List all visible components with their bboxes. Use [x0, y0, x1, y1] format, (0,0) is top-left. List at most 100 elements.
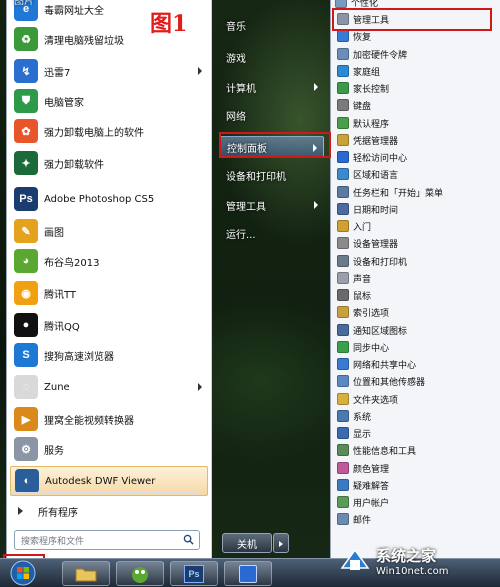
control-panel-item[interactable]: 任务栏和「开始」菜单	[334, 184, 500, 200]
control-panel-item[interactable]: 索引选项	[334, 304, 500, 320]
figure-label: 图1	[150, 11, 188, 37]
right-pane-item[interactable]: 游戏	[220, 46, 324, 68]
program-item[interactable]: ◌ Zune	[10, 372, 208, 402]
program-item[interactable]: ▶ 狸窝全能视频转换器	[10, 404, 208, 434]
control-panel-item-label: 轻松访问中心	[353, 153, 408, 164]
program-item[interactable]: Ps Adobe Photoshop CS5	[10, 184, 208, 214]
program-item[interactable]: ⚙ 服务	[10, 434, 208, 464]
control-panel-item-label: 设备和打印机	[353, 257, 408, 268]
app-window-icon	[239, 564, 257, 583]
control-panel-item[interactable]: 区域和语言	[334, 166, 500, 182]
control-panel-item[interactable]: 显示	[334, 425, 500, 441]
control-panel-item[interactable]: 位置和其他传感器	[334, 373, 500, 389]
control-panel-item[interactable]: 轻松访问中心	[334, 149, 500, 165]
control-panel-item[interactable]: 性能信息和工具	[334, 442, 500, 458]
program-item[interactable]: ✿ 强力卸载电脑上的软件	[10, 116, 208, 146]
control-panel-item[interactable]: 颜色管理	[334, 460, 500, 476]
control-panel-item-icon	[337, 168, 349, 180]
program-item[interactable]: ◉ 腾讯TT	[10, 278, 208, 308]
program-item[interactable]: ↯ 迅雷7	[10, 56, 208, 86]
program-item[interactable]: ✦ 强力卸载软件	[10, 148, 208, 178]
right-pane-item-label: 音乐	[226, 21, 246, 33]
control-panel-item[interactable]: 设备管理器	[334, 235, 500, 251]
control-panel-item[interactable]: 设备和打印机	[334, 253, 500, 269]
control-panel-item-label: 凭据管理器	[353, 136, 399, 147]
control-panel-item-label: 家庭组	[353, 67, 381, 78]
program-label: 清理电脑残留垃圾	[44, 35, 124, 47]
program-item[interactable]: ⛊ 电脑管家	[10, 86, 208, 116]
all-programs-button[interactable]: 所有程序	[4, 496, 202, 526]
shutdown-button[interactable]: 关机	[222, 533, 272, 553]
control-panel-item-icon	[337, 117, 349, 129]
control-panel-item-label: 显示	[353, 429, 372, 440]
taskbar-explorer[interactable]	[62, 561, 110, 586]
right-pane-item-partial[interactable]: 图片	[8, 0, 112, 10]
control-panel-item[interactable]: 入门	[334, 218, 500, 234]
search-icon[interactable]	[183, 534, 194, 545]
control-panel-item-icon	[337, 151, 349, 163]
control-panel-item-label: 位置和其他传感器	[353, 377, 426, 388]
control-panel-item-label: 鼠标	[353, 291, 372, 302]
right-pane-item[interactable]: 网络	[220, 104, 324, 126]
shutdown-options-button[interactable]	[273, 533, 289, 553]
control-panel-item[interactable]: 日期和时间	[334, 201, 500, 217]
control-panel-item[interactable]: 家长控制	[334, 80, 500, 96]
control-panel-item[interactable]: 系统	[334, 408, 500, 424]
right-pane-item[interactable]: 计算机	[220, 76, 324, 98]
program-item[interactable]: ● 腾讯QQ	[10, 310, 208, 340]
control-panel-item[interactable]: 文件夹选项	[334, 391, 500, 407]
start-button[interactable]	[4, 559, 42, 587]
control-panel-item-icon	[337, 393, 349, 405]
control-panel-item-label: 日期和时间	[353, 205, 399, 216]
program-label: 腾讯QQ	[44, 321, 80, 333]
control-panel-item-label: 键盘	[353, 101, 372, 112]
program-label: 迅雷7	[44, 67, 71, 79]
program-item[interactable]: S 搜狗高速浏览器	[10, 340, 208, 370]
right-pane-item[interactable]: 音乐	[220, 14, 324, 36]
right-pane-item[interactable]: 管理工具	[220, 194, 324, 216]
right-pane-item[interactable]: 设备和打印机	[220, 164, 324, 186]
control-panel-item[interactable]: 网络和共享中心	[334, 356, 500, 372]
right-pane-item-label: 设备和打印机	[226, 171, 286, 183]
control-panel-item-label: 设备管理器	[353, 239, 399, 250]
control-panel-item-icon	[337, 48, 349, 60]
control-panel-item-icon	[337, 65, 349, 77]
qq-penguin-icon: ●	[14, 313, 38, 337]
control-panel-item[interactable]: 鼠标	[334, 287, 500, 303]
control-panel-item[interactable]: 加密硬件令牌	[334, 46, 500, 62]
control-panel-item-label: 系统	[353, 412, 372, 423]
control-panel-item-label: 疑难解答	[353, 481, 390, 492]
taskbar-app[interactable]	[224, 561, 272, 586]
control-panel-item[interactable]: 凭据管理器	[334, 132, 500, 148]
control-panel-item[interactable]: 默认程序	[334, 115, 500, 131]
right-pane-item-label: 游戏	[226, 53, 246, 65]
control-panel-item[interactable]: 键盘	[334, 97, 500, 113]
right-pane-item-label: 计算机	[226, 83, 256, 95]
control-panel-item[interactable]: 声音	[334, 270, 500, 286]
control-panel-item-label: 通知区域图标	[353, 326, 408, 337]
right-pane-item[interactable]: 运行...	[220, 222, 324, 244]
dwf-viewer-icon: ◐	[15, 469, 39, 493]
program-item[interactable]: ✎ 画图	[10, 216, 208, 246]
program-item[interactable]: ◕ 布谷鸟2013	[10, 246, 208, 276]
watermark-logo-icon	[340, 548, 370, 570]
control-panel-item-icon	[337, 324, 349, 336]
control-panel-item[interactable]: 家庭组	[334, 63, 500, 79]
taskbar-photoshop[interactable]: Ps	[170, 561, 218, 586]
control-panel-item-label: 网络和共享中心	[353, 360, 417, 371]
control-panel-item-label: 文件夹选项	[353, 395, 399, 406]
control-panel-item[interactable]: 邮件	[334, 511, 500, 527]
control-panel-item-label: 任务栏和「开始」菜单	[353, 188, 444, 199]
control-panel-item-label: 加密硬件令牌	[353, 50, 408, 61]
control-panel-item-icon	[337, 220, 349, 232]
control-panel-item[interactable]: 同步中心	[334, 339, 500, 355]
taskbar-cuckoo[interactable]	[116, 561, 164, 586]
watermark-url: Win10net.com	[376, 566, 449, 577]
program-label: 服务	[44, 445, 64, 457]
search-input[interactable]: 搜索程序和文件	[14, 530, 200, 550]
control-panel-item[interactable]: 通知区域图标	[334, 322, 500, 338]
tt-browser-icon: ◉	[14, 281, 38, 305]
control-panel-item[interactable]: 用户帐户	[334, 494, 500, 510]
control-panel-item[interactable]: 疑难解答	[334, 477, 500, 493]
all-programs-label: 所有程序	[38, 507, 78, 519]
